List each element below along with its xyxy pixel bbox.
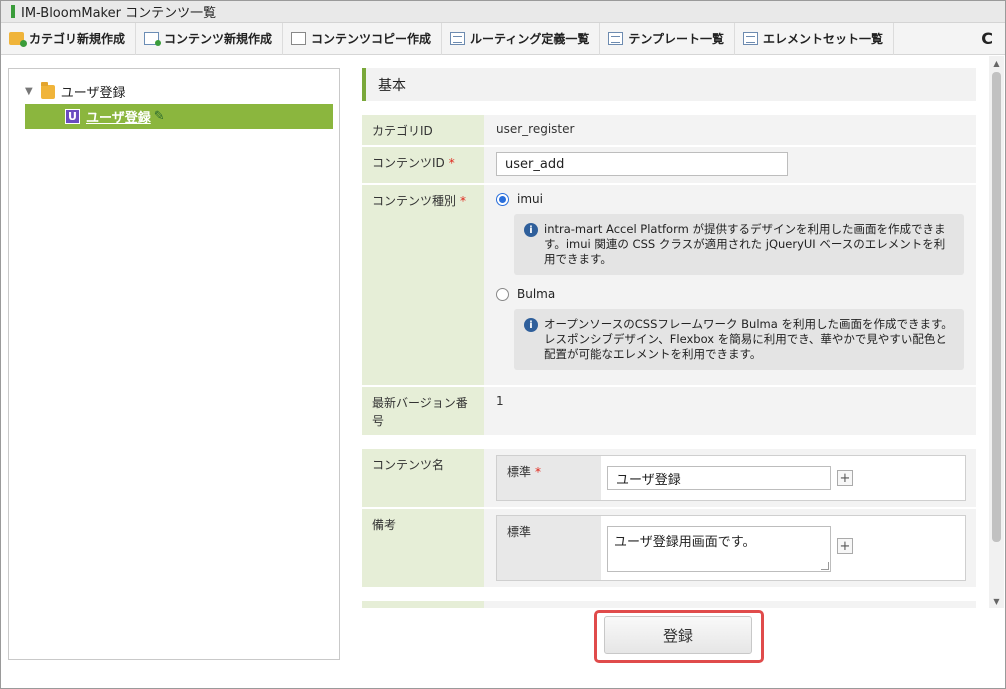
radio-imui[interactable]: imui [496,192,964,206]
list-icon [742,32,758,45]
folder-icon [40,81,55,99]
create-content-label: コンテンツ新規作成 [164,32,273,46]
bulma-info-text: オープンソースのCSSフレームワーク Bulma を利用した画面を作成できます。… [544,317,953,361]
tree-root-label: ユーザ登録 [60,86,126,101]
content-name-lang-label: 標準 * [497,456,601,500]
category-id-row: カテゴリID user_register [362,115,976,145]
remarks-text: ユーザ登録用画面です。 [614,535,756,550]
routing-list-label: ルーティング定義一覧 [470,32,590,46]
create-content-button[interactable]: コンテンツ新規作成 [136,22,284,55]
bulma-info-box: i オープンソースのCSSフレームワーク Bulma を利用した画面を作成できま… [514,309,964,370]
content-type-label-text: コンテンツ種別 [372,194,457,208]
info-icon: i [524,318,538,332]
content-name-field: + [601,456,965,500]
remarks-field: ユーザ登録用画面です。 + [601,516,965,580]
content-name-lang-box: 標準* + [496,455,966,501]
lang-standard-text: 標準 [507,465,532,479]
radio-selected-icon[interactable] [496,192,509,206]
required-mark: * [460,194,467,208]
tree-node-label[interactable]: ユーザ登録 [86,107,151,126]
content-name-row: コンテンツ名 標準* + [362,449,976,507]
next-row-value [484,601,976,608]
content-id-label: コンテンツID * [362,147,484,183]
list-icon [450,32,466,45]
radio-unselected-icon[interactable] [496,287,509,301]
radio-imui-label: imui [517,192,543,206]
copy-content-label: コンテンツコピー作成 [311,32,432,46]
add-language-button[interactable]: + [837,538,853,554]
category-tree: ▼ ユーザ登録 U ユーザ登録 ✎ [8,68,340,660]
content-type-cell: imui i intra-mart Accel Platform が提供するデザ… [484,185,976,385]
template-list-label: テンプレート一覧 [628,32,724,46]
content-id-cell [484,147,976,183]
refresh-icon[interactable]: C [973,23,1005,55]
content-id-label-text: コンテンツID [372,156,445,170]
radio-bulma-label: Bulma [517,287,556,301]
info-icon: i [524,223,538,237]
template-list-button[interactable]: テンプレート一覧 [600,22,735,55]
expand-arrow-icon[interactable]: ▼ [25,86,33,97]
category-id-value: user_register [484,115,976,145]
resize-handle-icon[interactable] [821,562,829,570]
radio-bulma[interactable]: Bulma [496,287,964,301]
version-row: 最新バージョン番号 1 [362,387,976,435]
content-name-input[interactable] [607,466,831,490]
content-id-row: コンテンツID * [362,147,976,183]
category-id-label: カテゴリID [362,115,484,145]
remarks-lang-label: 標準 [497,516,601,580]
element-set-list-button[interactable]: エレメントセット一覧 [735,22,894,55]
edit-pencil-icon: ✎ [153,109,165,124]
imui-info-text: intra-mart Accel Platform が提供するデザインを利用した… [544,222,946,266]
folder-add-icon [9,32,27,47]
remarks-lang-box: 標準 ユーザ登録用画面です。 + [496,515,966,581]
app-icon [11,5,15,18]
imui-info-box: i intra-mart Accel Platform が提供するデザインを利用… [514,214,964,275]
routing-list-button[interactable]: ルーティング定義一覧 [442,22,601,55]
tree-node-selected[interactable]: U ユーザ登録 ✎ [25,104,333,129]
copy-content-button[interactable]: コンテンツコピー作成 [283,22,443,55]
element-set-list-label: エレメントセット一覧 [762,32,883,46]
content-name-label: コンテンツ名 [362,449,484,507]
content-type-label: コンテンツ種別 * [362,185,484,385]
version-value: 1 [484,387,976,435]
remarks-row: 備考 標準 ユーザ登録用画面です。 + [362,509,976,587]
title-bar: IM-BloomMaker コンテンツ一覧 [1,1,1005,23]
required-mark: * [448,156,455,170]
version-label: 最新バージョン番号 [362,387,484,435]
remarks-cell: 標準 ユーザ登録用画面です。 + [484,509,976,587]
document-add-icon [144,32,162,46]
create-category-label: カテゴリ新規作成 [29,32,126,46]
add-language-button[interactable]: + [837,470,853,486]
remarks-label: 備考 [362,509,484,587]
next-row-label [362,601,484,608]
scrollbar-thumb[interactable] [992,72,1001,542]
window-title: IM-BloomMaker コンテンツ一覧 [21,6,217,21]
content-name-cell: 標準* + [484,449,976,507]
required-mark: * [535,465,542,479]
toolbar: カテゴリ新規作成 コンテンツ新規作成 コンテンツコピー作成 ルーティング定義一覧… [1,22,1005,55]
next-row-partial [362,601,976,608]
list-icon [608,32,624,45]
scroll-down-icon[interactable]: ▼ [989,594,1004,608]
content-detail-panel: 基本 カテゴリID user_register コンテンツID* コンテンツ種別… [362,68,976,608]
tree-root-category[interactable]: ▼ ユーザ登録 [25,81,126,101]
content-type-icon: U [65,109,80,124]
register-button[interactable]: 登録 [604,616,752,654]
create-category-button[interactable]: カテゴリ新規作成 [1,22,137,55]
section-title: 基本 [362,68,976,101]
content-id-input[interactable] [496,152,788,176]
content-type-row: コンテンツ種別 * imui i intra-mart Accel Platfor… [362,185,976,385]
vertical-scrollbar[interactable]: ▲ ▼ [989,56,1004,608]
remarks-textarea[interactable]: ユーザ登録用画面です。 [607,526,831,572]
copy-icon [291,32,307,45]
scroll-up-icon[interactable]: ▲ [989,56,1004,70]
